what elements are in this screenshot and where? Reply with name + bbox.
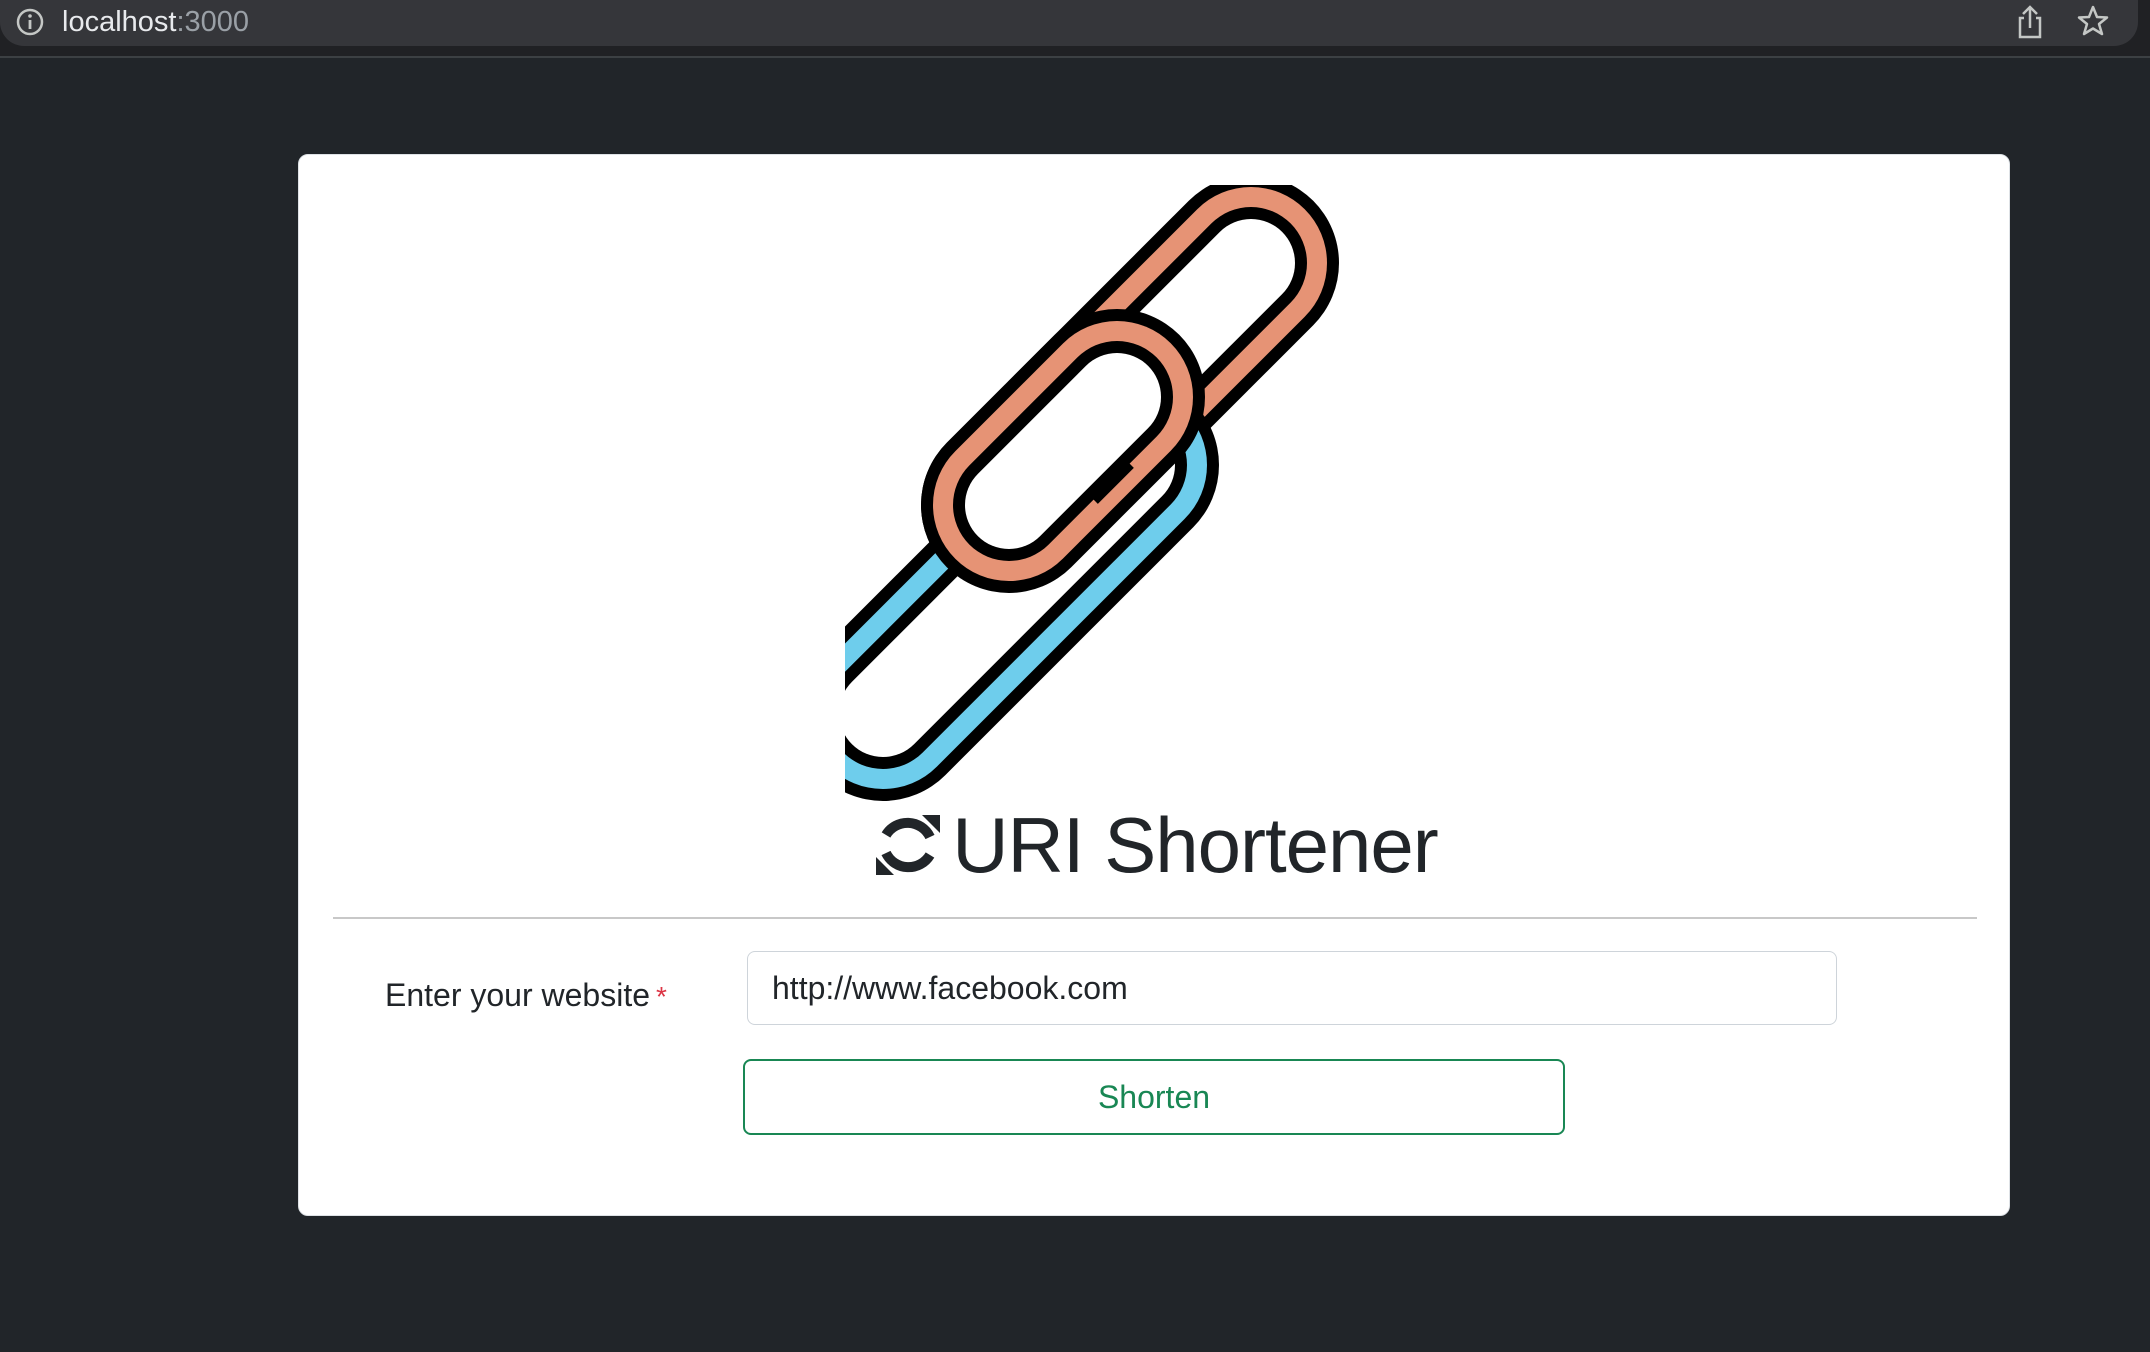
page-title: URI Shortener (952, 800, 1439, 889)
website-label-text: Enter your website (385, 977, 651, 1013)
info-icon[interactable] (14, 6, 46, 38)
shortener-card: URI Shortener Enter your website* Shorte… (298, 154, 2010, 1216)
bookmark-star-icon[interactable] (2076, 4, 2110, 38)
chain-link-icon (845, 185, 1339, 801)
browser-toolbar: localhost:3000 (0, 0, 2150, 58)
title-group: URI Shortener (870, 800, 1439, 891)
url-port: :3000 (176, 6, 250, 38)
address-url[interactable]: localhost:3000 (62, 4, 249, 40)
required-marker: * (656, 981, 667, 1012)
title-row: URI Shortener (299, 795, 2009, 895)
url-host: localhost (62, 6, 177, 38)
shorten-button[interactable]: Shorten (743, 1059, 1565, 1135)
share-icon[interactable] (2014, 4, 2046, 40)
website-input[interactable] (747, 951, 1837, 1025)
website-label: Enter your website * (385, 967, 667, 1025)
chain-link-orange-overlap (921, 309, 1205, 593)
divider (333, 917, 1977, 919)
address-bar[interactable]: localhost:3000 (0, 0, 2138, 46)
sync-icon (876, 815, 941, 875)
